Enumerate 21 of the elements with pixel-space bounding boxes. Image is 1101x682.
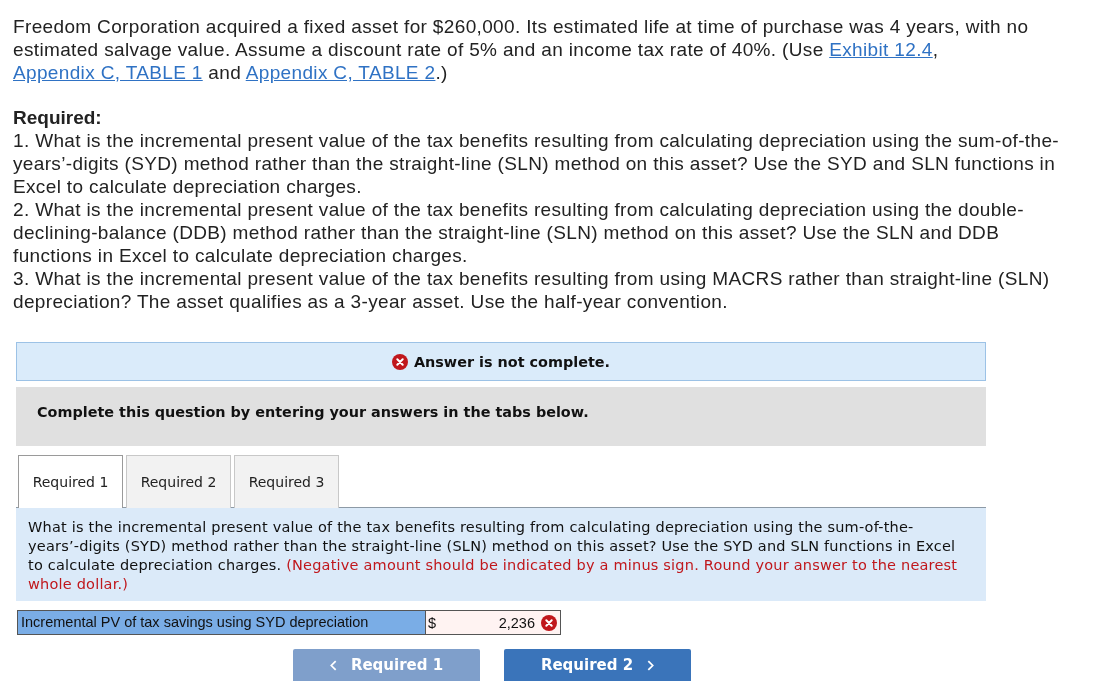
row-label: Incremental PV of tax savings using SYD depreciation — [17, 610, 426, 635]
currency-symbol: $ — [428, 614, 437, 631]
tab[interactable]: Required 2 — [126, 455, 231, 508]
requirement-text: 1. What is the incremental present value of the tax benefits resulting from calculating depreciation using the sum-of-the-years’-digits (SYD) method rather than the straight-line (SLN) method on this asset? Use the SYD and SLN functions in Excel to calculate depreciation charges. — [13, 129, 1060, 198]
answer-input[interactable]: 2,236 — [436, 612, 541, 633]
instructions-text: Complete this question by entering your answers in the tabs below. — [37, 403, 589, 421]
tab[interactable]: Required 3 — [234, 455, 339, 508]
requirement-text: 3. What is the incremental present value of the tax benefits resulting from using MACRS rather than straight-line (SLN) depreciation? The asset qualifies as a 3-year asset. Use the half-year convention. — [13, 267, 1051, 313]
status-message: Answer is not complete. — [413, 353, 611, 370]
reference-link[interactable]: Appendix C, TABLE 1 — [13, 62, 203, 83]
question-text: What is the incremental present value of the tax benefits resulting from calculating depreciation using the sum-of-the-years’-digits (SYD) method rather than the straight-line (SLN) method on this asset? Use the SYD and SLN functions in Excel to calculate depreciation charges. (Negative amount should be indicated by a minus sign. Round your answer to the nearest whole dollar.) — [28, 518, 959, 594]
next-button[interactable]: Required 2 — [504, 649, 691, 681]
answer-field[interactable]: $ 2,236 — [426, 610, 561, 635]
required-heading: Required: — [13, 106, 103, 129]
tab[interactable]: Required 1 — [18, 455, 123, 508]
requirement-text: 2. What is the incremental present value of the tax benefits resulting from calculating depreciation using the double-declining-balance (DDB) method rather than the straight-line (SLN) method on this asset? Use the SLN and DDB functions in Excel to calculate depreciation charges. — [13, 198, 1025, 267]
reference-link[interactable]: Appendix C, TABLE 2 — [245, 62, 436, 83]
chevron-left-icon — [329, 659, 337, 671]
reference-link[interactable]: Exhibit 12.4 — [829, 39, 933, 60]
chevron-right-icon — [647, 659, 655, 671]
problem-statement: Freedom Corporation acquired a fixed asset for $260,000. Its estimated life at time of purchase was 4 years, with no estimated salvage value. Assume a discount rate of 5% and an income tax rate of 40%. (Use Exhibit 12.4, Appendix C, TABLE 1 and Appendix C, TABLE 2.) — [13, 15, 1030, 84]
